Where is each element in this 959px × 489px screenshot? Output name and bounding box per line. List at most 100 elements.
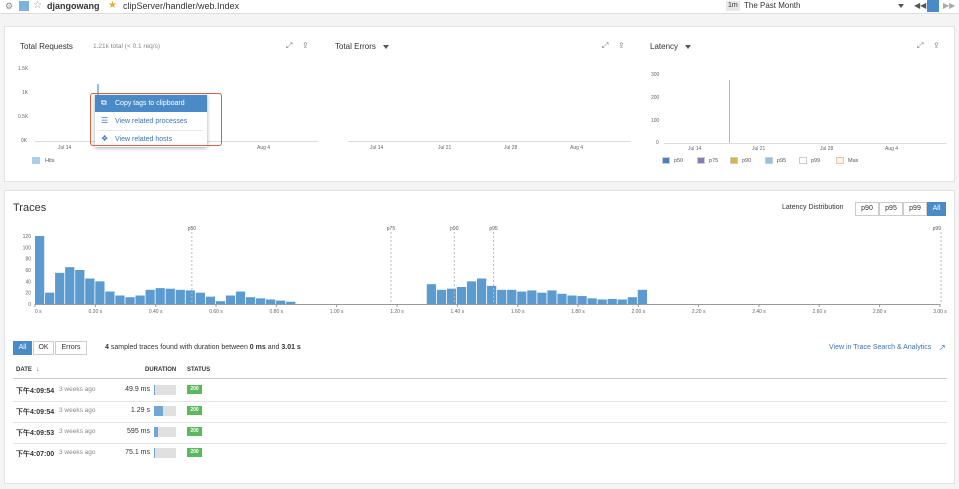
trace-search-link[interactable]: View in Trace Search & Analytics (829, 344, 931, 351)
column-duration[interactable]: DURATION (145, 367, 176, 373)
chevron-down-icon[interactable] (685, 45, 691, 49)
forward-icon[interactable]: ▶▶ (943, 0, 955, 12)
x-tick: Jul 14 (58, 145, 72, 151)
histogram-bar[interactable] (597, 299, 607, 304)
histogram-bar[interactable] (235, 291, 246, 304)
histogram-bar[interactable] (527, 290, 537, 304)
histogram-bar[interactable] (115, 295, 125, 305)
histogram-bar[interactable] (45, 292, 55, 304)
requests-subtitle: 1.21k total (< 0.1 req/s) (93, 43, 161, 50)
external-link-icon[interactable]: ↗ (939, 343, 946, 352)
histogram-bar[interactable] (577, 296, 587, 304)
pause-button[interactable] (927, 0, 939, 12)
y-tick: 0K (21, 138, 28, 144)
histogram-bar[interactable] (266, 299, 276, 304)
y-tick: 120 (23, 234, 32, 240)
histogram-bar[interactable] (55, 272, 65, 304)
histogram-bar[interactable] (125, 297, 135, 304)
histogram-bar[interactable] (175, 289, 185, 304)
histogram-bar[interactable] (35, 236, 45, 304)
histogram-bar[interactable] (567, 295, 577, 305)
trace-ago: 3 weeks ago (59, 407, 96, 414)
sort-down-icon[interactable]: ↓ (36, 366, 40, 373)
histogram-bar[interactable] (256, 298, 266, 304)
time-range-select[interactable]: The Past Month (744, 0, 800, 12)
status-badge: 200 (187, 448, 202, 457)
histogram-bar[interactable] (426, 284, 437, 304)
x-tick: Jul 21 (752, 146, 766, 152)
x-tick: 0.60 s (209, 309, 223, 315)
histogram-bar[interactable] (547, 290, 557, 304)
histogram-bar[interactable] (607, 298, 617, 304)
export-icon[interactable]: ⇪ (618, 42, 625, 50)
y-tick: 1K (22, 90, 29, 96)
histogram-bar[interactable] (85, 278, 95, 305)
histogram-bar[interactable] (466, 281, 477, 304)
errors-title: Total Errors (335, 42, 376, 51)
histogram-bar[interactable] (185, 290, 195, 304)
histogram-bar[interactable] (517, 291, 527, 304)
x-tick: Jul 21 (438, 145, 452, 151)
column-status[interactable]: STATUS (187, 367, 210, 373)
histogram-bar[interactable] (165, 288, 175, 304)
x-tick: Jul 28 (820, 146, 834, 152)
histogram-bar[interactable] (155, 288, 165, 304)
histogram-bar[interactable] (557, 293, 567, 304)
latency-title: Latency (650, 42, 679, 51)
export-icon[interactable]: ⇪ (933, 42, 940, 50)
histogram-bar[interactable] (637, 289, 647, 304)
expand-icon[interactable]: ⤢ (602, 42, 608, 50)
histogram-bar[interactable] (205, 296, 216, 304)
y-tick: 100 (23, 245, 32, 251)
rewind-icon[interactable]: ◀◀ (914, 0, 926, 12)
x-tick: 0.40 s (149, 309, 163, 315)
histogram-bar[interactable] (145, 289, 155, 304)
histogram-bar[interactable] (456, 287, 467, 304)
histogram-bar[interactable] (286, 301, 296, 304)
histogram-bar[interactable] (276, 300, 286, 304)
histogram-bar[interactable] (436, 289, 447, 304)
histogram-bar[interactable] (537, 292, 547, 304)
histogram-bar[interactable] (195, 292, 205, 304)
chevron-down-icon[interactable] (898, 4, 904, 8)
star-outline-icon[interactable]: ☆ (33, 0, 42, 12)
expand-icon[interactable]: ⤢ (917, 42, 923, 50)
histogram-bar[interactable] (245, 297, 256, 304)
x-tick: 1.80 s (571, 309, 585, 315)
histogram-bar[interactable] (75, 270, 85, 304)
x-tick: Aug 4 (885, 146, 899, 152)
histogram-bar[interactable] (105, 291, 115, 304)
histogram-bar[interactable] (617, 299, 627, 304)
service-name[interactable]: djangowang (47, 0, 100, 12)
column-date[interactable]: DATE (16, 367, 32, 373)
percentile-marker-label: p95 (489, 226, 498, 232)
dist-button-p99[interactable]: p99 (903, 202, 927, 216)
export-icon[interactable]: ⇪ (302, 42, 309, 50)
chevron-down-icon[interactable] (383, 45, 389, 49)
filter-ok-button[interactable]: OK (33, 341, 54, 355)
histogram-bar[interactable] (587, 298, 597, 304)
filter-errors-button[interactable]: Errors (55, 341, 87, 355)
histogram-bar[interactable] (477, 278, 487, 305)
histogram-bar[interactable] (135, 295, 145, 305)
histogram-bar[interactable] (225, 295, 236, 305)
status-badge: 200 (187, 406, 202, 415)
legend-hits: Hits (45, 158, 55, 164)
trace-duration: 49.9 ms (125, 386, 150, 393)
expand-icon[interactable]: ⤢ (286, 42, 292, 50)
settings-icon[interactable]: ⚙ (5, 0, 13, 12)
latency-spike (729, 80, 730, 143)
dist-button-all[interactable]: All (927, 202, 946, 216)
star-filled-icon[interactable]: ★ (108, 0, 117, 12)
dist-button-p95[interactable]: p95 (879, 202, 903, 216)
histogram-bar[interactable] (497, 289, 507, 304)
histogram-bar[interactable] (487, 285, 497, 304)
histogram-bar[interactable] (627, 297, 637, 304)
histogram-bar[interactable] (95, 281, 105, 304)
service-color-icon (19, 1, 29, 11)
dist-button-p90[interactable]: p90 (855, 202, 879, 216)
histogram-bar[interactable] (215, 301, 226, 304)
filter-all-button[interactable]: All (13, 341, 32, 355)
histogram-bar[interactable] (507, 289, 517, 304)
histogram-bar[interactable] (65, 267, 75, 304)
